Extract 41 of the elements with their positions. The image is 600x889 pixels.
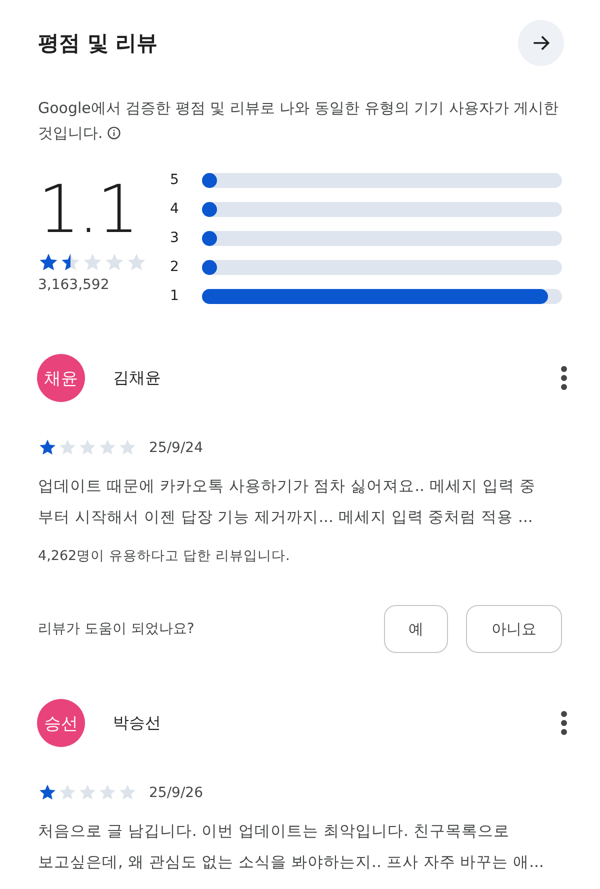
review-text: 처음으로 글 남깁니다. 이번 업데이트는 최악입니다. 친구목록으로 보고싶은데, 왜 관심도 없는 소식을 봐야하는지.. 프사 자주 바꾸는 애...: [38, 821, 545, 873]
star-icon: [104, 252, 125, 273]
star-icon: [60, 252, 81, 273]
star-icon: [58, 783, 77, 802]
avatar: 채윤: [37, 354, 85, 402]
review-text: 업데이트 때문에 카카오톡 사용하기가 점차 싫어져요.. 메세지 입력 중 부터 시작해서 이젠 답장 기능 제거까지... 메세지 입력 중처럼 적용 ...: [38, 476, 536, 528]
star-icon: [38, 438, 57, 457]
helpful-question: 리뷰가 도움이 되었나요?: [38, 620, 196, 638]
no-button[interactable]: 아니요: [466, 605, 562, 653]
description-text: Google에서 검증한 평점 및 리뷰로 나와 동일한 유형의 기기 사용자가 게시한: [38, 98, 560, 119]
helpful-count: 4,262명이 유용하다고 답한 리뷰입니다.: [38, 547, 291, 565]
star-icon: [78, 783, 97, 802]
arrow-button[interactable]: [518, 20, 564, 66]
star-icon: [118, 438, 137, 457]
bar-label: 1: [170, 288, 180, 304]
rating-count: 3,163,592: [38, 277, 110, 293]
star-icon: [58, 438, 77, 457]
star-icon: [78, 438, 97, 457]
star-icon: [118, 783, 137, 802]
reviewer-name: 박승선: [113, 712, 162, 734]
star-icon: [38, 783, 57, 802]
yes-button[interactable]: 예: [384, 605, 448, 653]
star-icon: [126, 252, 147, 273]
more-icon[interactable]: [560, 710, 568, 736]
review-date: 25/9/24: [149, 440, 203, 456]
description-text: 것입니다.: [38, 124, 103, 142]
star-icon: [82, 252, 103, 273]
bar-label: 4: [170, 201, 180, 217]
section-title: 평점 및 리뷰: [38, 30, 158, 57]
star-icon: [98, 783, 117, 802]
more-icon[interactable]: [560, 365, 568, 391]
avatar: 승선: [37, 699, 85, 747]
info-icon[interactable]: [106, 126, 121, 140]
review-date: 25/9/26: [149, 784, 203, 800]
average-rating: 1.1: [38, 170, 138, 250]
bar-label: 2: [170, 259, 180, 275]
bar-label: 3: [170, 230, 180, 246]
star-icon: [98, 438, 117, 457]
reviewer-name: 김채윤: [113, 368, 162, 388]
bar-label: 5: [170, 172, 180, 188]
star-icon: [38, 252, 59, 273]
